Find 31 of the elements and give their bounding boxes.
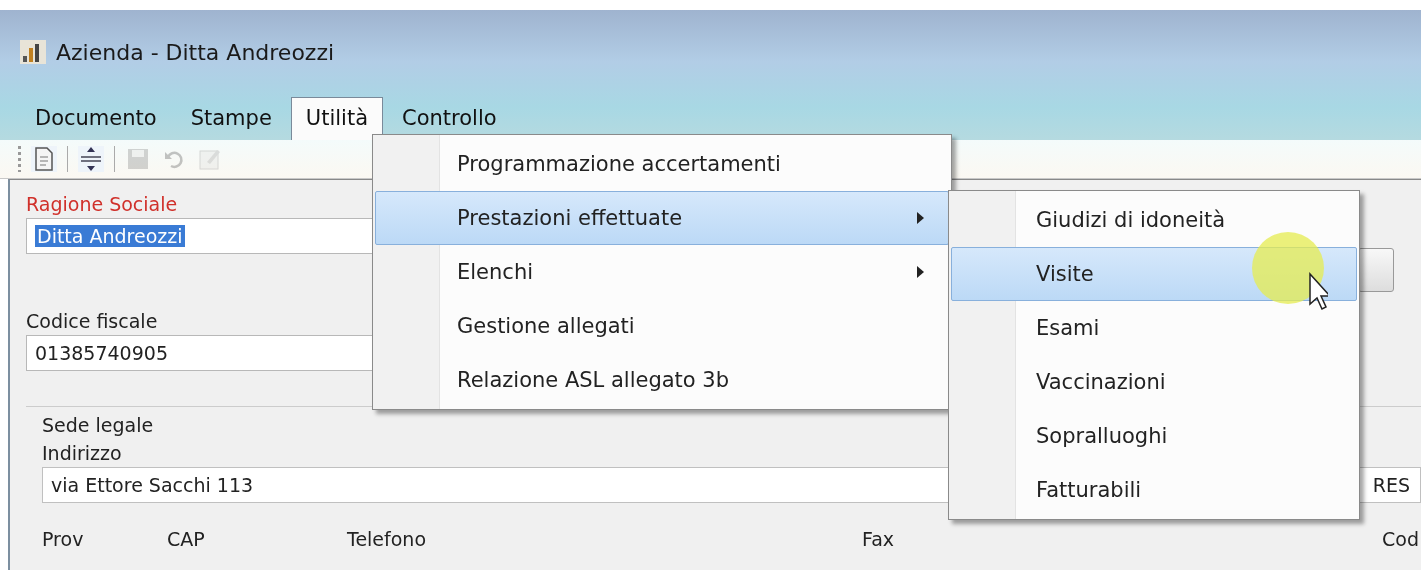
undo-icon: [164, 149, 184, 169]
menu-item[interactable]: Sopralluoghi: [951, 409, 1357, 463]
menu-item[interactable]: Esami: [951, 301, 1357, 355]
toolbar-button[interactable]: [78, 146, 104, 172]
field-label: Telefono: [347, 527, 427, 552]
menu-item[interactable]: Relazione ASL allegato 3b: [375, 353, 949, 407]
field-label: CAP: [167, 527, 206, 552]
menu-bar-item[interactable]: Stampe: [175, 97, 287, 140]
menu-bar-item[interactable]: Documento: [20, 97, 172, 140]
menu-item[interactable]: Gestione allegati: [375, 299, 949, 353]
field-label: Indirizzo: [42, 441, 122, 466]
menu-item[interactable]: Giudizi di idoneità: [951, 193, 1357, 247]
menu-item[interactable]: Elenchi: [375, 245, 949, 299]
side-button[interactable]: [1358, 248, 1394, 292]
bar-chart-icon: [20, 40, 46, 64]
group-title: Sede legale: [42, 413, 154, 438]
field-label: Cod: [1382, 527, 1420, 552]
menu-bar-item[interactable]: Utilità: [290, 97, 383, 140]
edit-icon: [199, 148, 221, 170]
menu-item[interactable]: Prestazioni effettuate: [375, 191, 949, 245]
field-label: Prov: [42, 527, 85, 552]
expand-collapse-icon: [79, 146, 103, 172]
cursor-icon: [1252, 232, 1328, 312]
window-title: Azienda - Ditta Andreozzi: [56, 39, 335, 65]
field-label: Fax: [862, 527, 896, 552]
document-icon: [34, 147, 54, 171]
menu-item[interactable]: Vaccinazioni: [951, 355, 1357, 409]
field-label: Ragione Sociale: [26, 192, 178, 217]
menu-item[interactable]: Programmazione accertamenti: [375, 137, 949, 191]
toolbar-grip[interactable]: [18, 146, 21, 172]
field-label: Codice fiscale: [26, 309, 158, 334]
